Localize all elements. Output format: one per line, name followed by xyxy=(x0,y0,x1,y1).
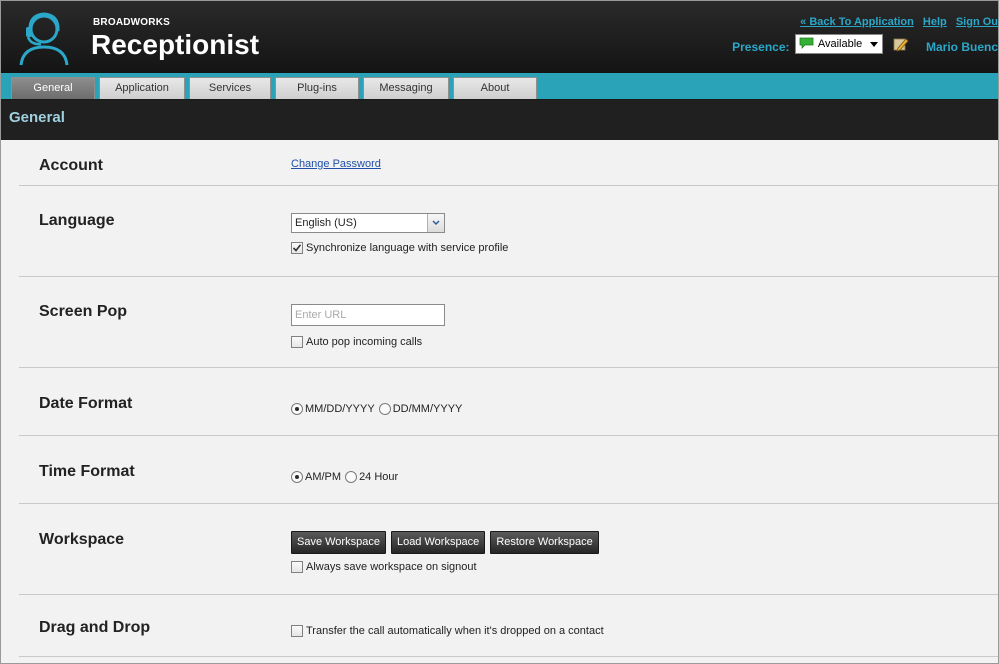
radio-selected-dot xyxy=(295,475,299,479)
presence-dropdown[interactable]: Available xyxy=(794,34,884,54)
screen-pop-label: Screen Pop xyxy=(39,303,128,320)
drag-drop-label: Drag and Drop xyxy=(39,619,151,636)
tab-application[interactable]: Application xyxy=(99,77,185,99)
app-header: BROADWORKS Receptionist « Back To Applic… xyxy=(1,1,998,73)
tab-strip: General Application Services Plug-ins Me… xyxy=(1,73,998,100)
auto-pop-checkbox[interactable] xyxy=(291,336,303,348)
presence-row: Presence: Available Mario Buenc xyxy=(732,34,998,56)
tab-services[interactable]: Services xyxy=(189,77,271,99)
section-title: General xyxy=(9,109,65,126)
sync-language-label: Synchronize language with service profil… xyxy=(306,242,509,254)
time-format-radio-24hour[interactable] xyxy=(345,471,358,483)
back-to-application-link[interactable]: « Back To Application xyxy=(800,16,914,28)
checkmark-icon xyxy=(292,244,302,252)
load-workspace-button[interactable]: Load Workspace xyxy=(390,531,486,554)
date-format-option-ddmmyyyy: DD/MM/YYYY xyxy=(392,403,463,415)
workspace-row: Workspace Save Workspace Load Workspace Re… xyxy=(19,504,998,595)
tab-general[interactable]: General xyxy=(11,77,95,99)
tab-messaging[interactable]: Messaging xyxy=(363,77,449,99)
restore-workspace-button[interactable]: Restore Workspace xyxy=(490,531,599,554)
screen-pop-url-input[interactable]: Enter URL xyxy=(291,304,445,326)
time-format-label: Time Format xyxy=(39,463,135,480)
transfer-on-drop-checkbox[interactable] xyxy=(291,625,303,637)
account-label: Account xyxy=(39,157,103,174)
time-format-row: Time Format AM/PM 24 Hour xyxy=(19,436,998,504)
time-format-radio-ampm[interactable] xyxy=(291,471,303,483)
auto-pop-label: Auto pop incoming calls xyxy=(306,336,423,348)
user-name: Mario Buenc xyxy=(925,40,998,54)
date-format-radio-ddmmyyyy[interactable] xyxy=(378,403,391,415)
presence-label: Presence: xyxy=(732,40,790,54)
always-save-workspace-checkbox[interactable] xyxy=(291,561,303,573)
help-link[interactable]: Help xyxy=(923,16,947,28)
presence-bubble-icon xyxy=(799,37,814,49)
top-links: « Back To Application Help Sign Ou xyxy=(794,16,998,28)
always-save-workspace-label: Always save workspace on signout xyxy=(306,561,477,573)
account-row: Account Change Password xyxy=(19,140,998,186)
workspace-label: Workspace xyxy=(39,531,125,548)
save-workspace-button[interactable]: Save Workspace xyxy=(291,531,386,554)
edit-pencil-icon[interactable] xyxy=(893,36,909,52)
language-select-value: English (US) xyxy=(295,217,357,229)
chevron-down-icon xyxy=(870,42,879,47)
receptionist-headset-icon xyxy=(19,12,69,66)
change-password-link[interactable]: Change Password xyxy=(291,158,381,170)
language-row: Language English (US) Synchronize langua… xyxy=(19,186,998,277)
settings-window: BROADWORKS Receptionist « Back To Applic… xyxy=(0,0,999,664)
language-select[interactable]: English (US) xyxy=(291,213,445,233)
date-format-label: Date Format xyxy=(39,395,133,412)
app-title: Receptionist xyxy=(91,29,260,60)
brand-small-text: BROADWORKS xyxy=(93,17,170,28)
tab-plug-ins[interactable]: Plug-ins xyxy=(275,77,359,99)
date-format-row: Date Format MM/DD/YYYY DD/MM/YYYY xyxy=(19,368,998,436)
date-format-option-mmddyyyy: MM/DD/YYYY xyxy=(305,403,375,415)
presence-value: Available xyxy=(817,38,863,50)
radio-selected-dot xyxy=(295,407,299,411)
language-label: Language xyxy=(39,212,115,229)
sign-out-link[interactable]: Sign Ou xyxy=(956,16,998,28)
section-header: General xyxy=(1,100,998,140)
tab-about[interactable]: About xyxy=(453,77,537,99)
screen-pop-row: Screen Pop Enter URL Auto pop incoming c… xyxy=(19,277,998,368)
time-format-option-24hour: 24 Hour xyxy=(359,471,399,483)
sync-language-checkbox[interactable] xyxy=(291,242,303,254)
drag-drop-row: Drag and Drop Transfer the call automati… xyxy=(19,595,998,657)
chevron-down-icon xyxy=(427,214,444,232)
date-format-radio-mmddyyyy[interactable] xyxy=(291,403,303,415)
transfer-on-drop-label: Transfer the call automatically when it'… xyxy=(306,625,604,637)
time-format-option-ampm: AM/PM xyxy=(305,471,342,483)
